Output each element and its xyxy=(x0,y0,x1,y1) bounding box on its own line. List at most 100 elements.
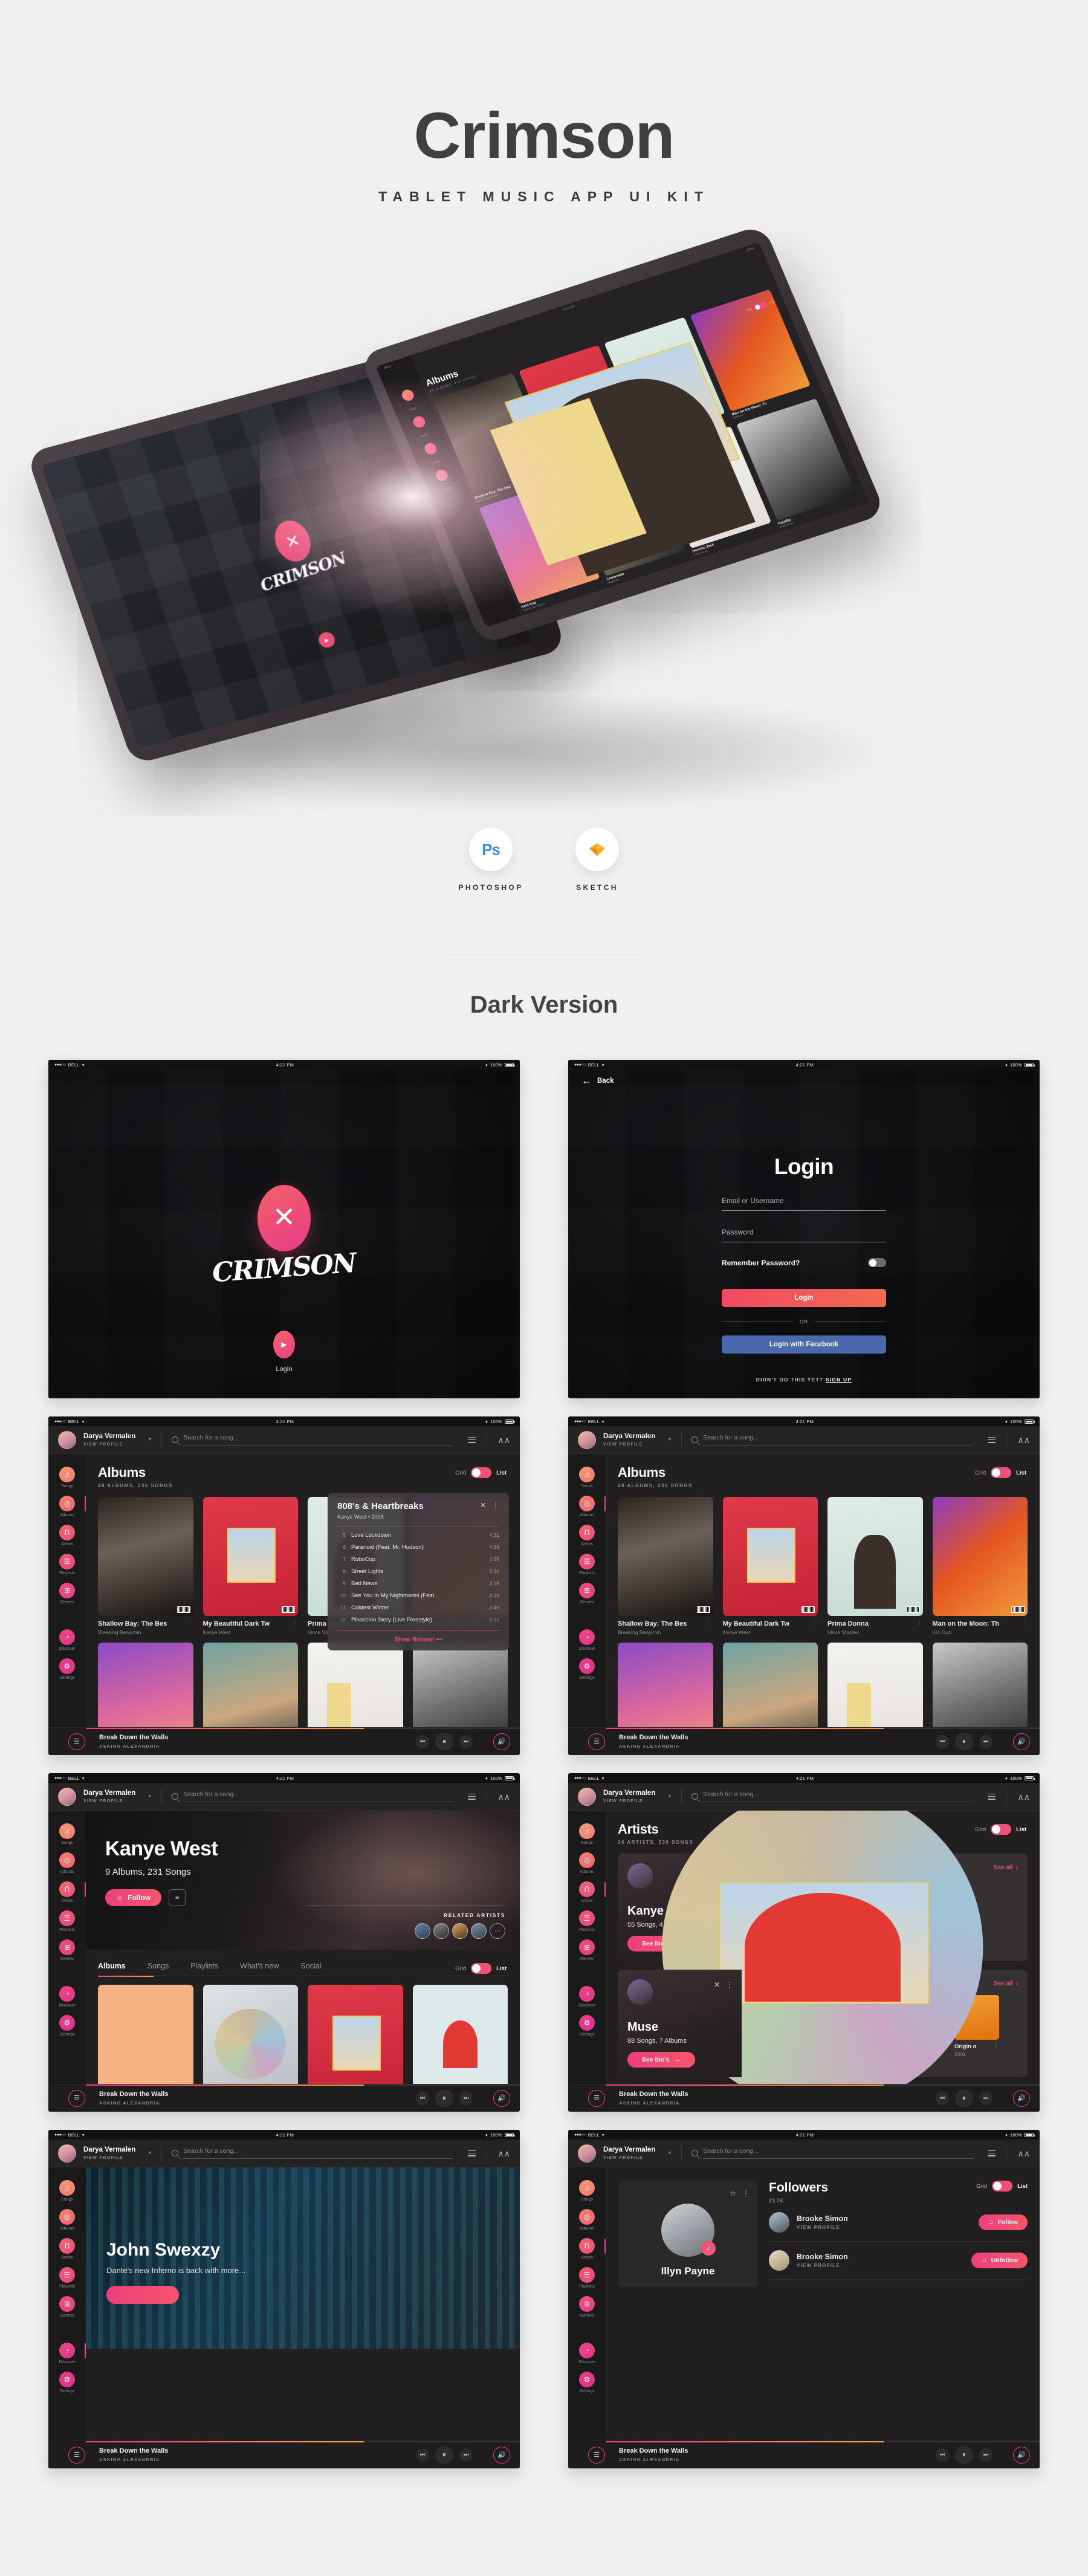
search-input[interactable]: Search for a song... xyxy=(703,1434,973,1445)
unfollow-button[interactable]: ☺ Unfollow xyxy=(971,2253,1028,2268)
kebab-menu-icon[interactable]: ⋮ xyxy=(742,2189,750,2198)
sidebar-item-artists[interactable]: Ո Artists xyxy=(48,1878,86,1906)
album-cover[interactable] xyxy=(932,1497,1028,1616)
tracklist-row[interactable]: 7 RoboCop 4:35 xyxy=(337,1553,499,1565)
sidebar-item-settings[interactable]: ⚙ Settings xyxy=(48,2369,86,2396)
queue-list-icon[interactable]: ☰ xyxy=(68,2446,85,2464)
album-card[interactable]: LemonadeBeyonce⋮ xyxy=(722,1642,818,1727)
sidebar-item-albums[interactable]: ◎ Albums xyxy=(568,2206,606,2233)
toggle-pill[interactable] xyxy=(991,1467,1012,1478)
sidebar-item-discover[interactable]: ◔ Discover xyxy=(568,1626,606,1653)
sidebar-item-songs[interactable]: ♫ Songs xyxy=(568,1820,606,1848)
related-artist-avatar[interactable] xyxy=(452,1923,468,1939)
sidebar-item-songs[interactable]: ♫ Songs xyxy=(48,1820,86,1848)
equalizer-icon[interactable]: ∧∧ xyxy=(498,1436,511,1444)
album-cover[interactable] xyxy=(827,1642,923,1727)
sidebar-item-playlists[interactable]: ☰ Playlists xyxy=(48,2264,86,2291)
next-icon[interactable]: ⏭ xyxy=(459,1734,473,1748)
featured-cta-button[interactable] xyxy=(106,2286,179,2304)
queue-list-icon[interactable]: ☰ xyxy=(68,1733,85,1750)
album-card[interactable]: Man on the Moon: Th Kid Cudi ⋮ xyxy=(932,1497,1028,1635)
sidebar-item-albums[interactable]: ◎ Albums xyxy=(48,1493,86,1520)
album-cover[interactable] xyxy=(722,1642,818,1727)
album-card[interactable]: My Beautiful Dark Tw Kanye West ⋮ xyxy=(202,1497,298,1635)
equalizer-icon[interactable]: ∧∧ xyxy=(1018,1436,1031,1444)
related-artist-avatar[interactable] xyxy=(433,1923,449,1939)
sidebar-item-settings[interactable]: ⚙ Settings xyxy=(568,2012,606,2039)
equalizer-icon[interactable]: ∧∧ xyxy=(498,1792,511,1801)
album-card[interactable] xyxy=(412,1985,508,2084)
splash-login-button[interactable]: ▶ xyxy=(273,1331,295,1358)
pause-icon[interactable]: ⏸ xyxy=(435,2089,453,2107)
tab-what-s-new[interactable]: What's new xyxy=(240,1962,279,1976)
search-input[interactable]: Search for a song... xyxy=(183,2147,453,2159)
sidebar-item-discover[interactable]: ◔ Discover xyxy=(48,1983,86,2010)
sidebar-item-songs[interactable]: ♫ Songs xyxy=(48,2177,86,2204)
previous-icon[interactable]: ⏮ xyxy=(936,2091,949,2105)
sidebar-item-artists[interactable]: Ո Artists xyxy=(48,1522,86,1549)
list-view-icon[interactable] xyxy=(467,1436,476,1443)
next-icon[interactable]: ⏭ xyxy=(979,2448,992,2462)
kebab-menu-icon[interactable]: ⋮ xyxy=(812,1619,818,1635)
album-cover[interactable] xyxy=(202,1497,298,1616)
pause-icon[interactable]: ⏸ xyxy=(435,1732,453,1751)
sidebar-item-discover[interactable]: ◔ Discover xyxy=(48,1626,86,1653)
progress-bar[interactable] xyxy=(606,2084,1040,2086)
album-cover[interactable] xyxy=(827,1497,923,1616)
previous-icon[interactable]: ⏮ xyxy=(936,2448,949,2462)
equalizer-icon[interactable]: ∧∧ xyxy=(1018,1792,1031,1801)
volume-icon[interactable]: 🔊 xyxy=(1013,2446,1030,2464)
chevron-down-icon[interactable]: ▼ xyxy=(147,2151,152,2155)
previous-icon[interactable]: ⏮ xyxy=(416,2448,429,2462)
view-profile-link[interactable]: VIEW PROFILE xyxy=(603,1799,655,1804)
tracklist-row[interactable]: 12 Pinocchio Story (Live Freestyle) 6:02 xyxy=(337,1614,499,1626)
sidebar-item-genres[interactable]: ⊞ Genres xyxy=(568,2293,606,2320)
album-card[interactable]: LemonadeBeyonce⋮ xyxy=(202,1642,298,1727)
search-input[interactable]: Search for a song... xyxy=(703,1791,973,1802)
album-card[interactable]: RoyaltyChris Brown⋮ xyxy=(932,1642,1028,1727)
avatar[interactable] xyxy=(578,2144,596,2162)
search-input[interactable]: Search for a song... xyxy=(183,1791,453,1802)
see-all-button[interactable]: See all › xyxy=(994,1864,1018,1871)
album-card[interactable]: Acid RapChance the Rapper⋮ xyxy=(618,1642,713,1727)
album-card[interactable]: Shallow Bay: The Bes Breaking Benjamin ⋮ xyxy=(618,1497,713,1635)
chevron-down-icon[interactable]: ▼ xyxy=(667,2151,672,2155)
follower-row[interactable]: Brooke Simon VIEW PROFILE ☺ Follow xyxy=(769,2204,1028,2242)
sidebar-item-settings[interactable]: ⚙ Settings xyxy=(568,1655,606,1682)
view-profile-link[interactable]: VIEW PROFILE xyxy=(83,2155,135,2161)
login-button[interactable]: Login xyxy=(722,1289,886,1307)
album-card[interactable]: Huncho JackTravis Scott⋮ xyxy=(827,1642,923,1727)
grid-list-toggle[interactable]: Grid List xyxy=(455,1467,507,1478)
sidebar-item-genres[interactable]: ⊞ Genres xyxy=(568,1580,606,1607)
sidebar-item-playlists[interactable]: ☰ Playlists xyxy=(568,1551,606,1578)
album-cover[interactable] xyxy=(202,1642,298,1727)
volume-icon[interactable]: 🔊 xyxy=(493,2089,510,2107)
avatar[interactable] xyxy=(58,2144,76,2162)
queue-list-icon[interactable]: ☰ xyxy=(588,1733,605,1750)
sidebar-item-settings[interactable]: ⚙ Settings xyxy=(568,2369,606,2396)
pause-icon[interactable]: ⏸ xyxy=(435,2445,453,2464)
kebab-menu-icon[interactable]: ⋮ xyxy=(917,1619,923,1635)
queue-list-icon[interactable]: ☰ xyxy=(588,2446,605,2464)
album-card[interactable]: Prima Donna Vince Staples ⋮ xyxy=(827,1497,923,1635)
close-icon[interactable]: ✕ xyxy=(714,1981,720,1989)
album-card[interactable]: RoyaltyChris Brown⋮ xyxy=(412,1642,508,1727)
tracklist-row[interactable]: 6 Paranoid (Feat. Mr. Hudson) 4:38 xyxy=(337,1541,499,1553)
album-card[interactable] xyxy=(308,1985,403,2084)
view-profile-link[interactable]: VIEW PROFILE xyxy=(797,2225,971,2230)
previous-icon[interactable]: ⏮ xyxy=(416,1734,429,1748)
volume-icon[interactable]: 🔊 xyxy=(1013,1733,1030,1750)
album-cover[interactable] xyxy=(412,1642,508,1727)
sidebar-item-albums[interactable]: ◎ Albums xyxy=(568,1493,606,1520)
pause-icon[interactable]: ⏸ xyxy=(955,2445,973,2464)
album-cover[interactable] xyxy=(308,1985,403,2084)
grid-list-toggle[interactable]: Grid List xyxy=(976,2181,1028,2192)
list-view-icon[interactable] xyxy=(987,2150,996,2156)
sidebar-item-playlists[interactable]: ☰ Playlists xyxy=(48,1907,86,1935)
tracklist-row[interactable]: 11 Coldest Winter 2:46 xyxy=(337,1601,499,1614)
list-view-icon[interactable] xyxy=(987,1436,996,1443)
sidebar-item-albums[interactable]: ◎ Albums xyxy=(48,2206,86,2233)
list-view-icon[interactable] xyxy=(467,1793,476,1800)
sidebar-item-playlists[interactable]: ☰ Playlists xyxy=(48,1551,86,1578)
next-icon[interactable]: ⏭ xyxy=(459,2091,473,2105)
